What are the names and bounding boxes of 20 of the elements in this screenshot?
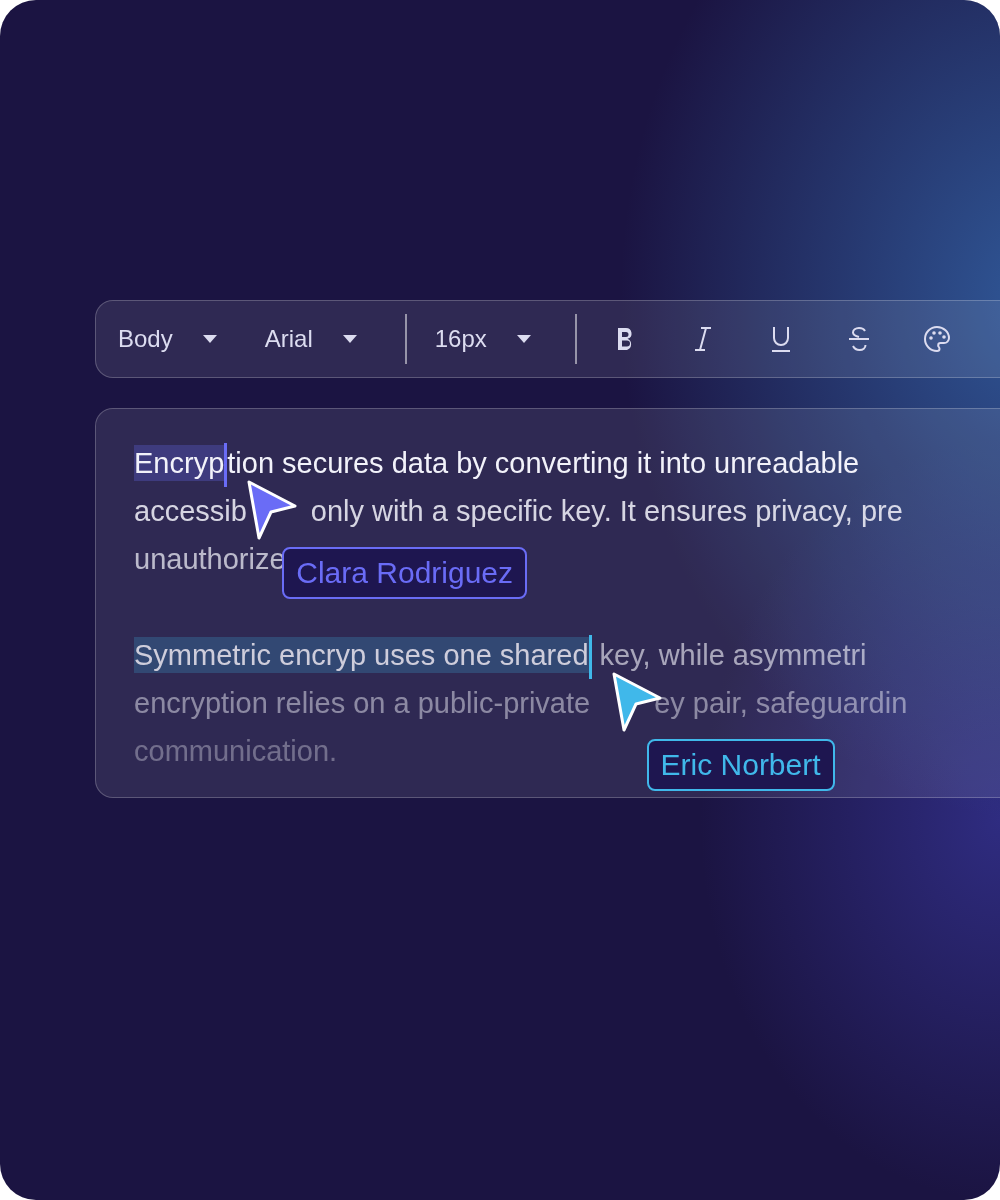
collaborator-name-tag: Clara Rodriguez [282, 547, 528, 600]
strikethrough-icon [846, 325, 871, 353]
paragraph-text: only with a specific key. It ensures privacy, pre [310, 495, 903, 527]
selected-text: Encryp [134, 445, 225, 481]
paragraph-text: ey pair, safeguardin [654, 687, 908, 719]
selected-text: Symmetric encryp uses one shared [134, 637, 589, 673]
dropdown[interactable]: Body [118, 325, 217, 353]
paragraph-text: communication. [134, 735, 338, 767]
paragraph-text: encryption relies on a public-private [134, 687, 591, 719]
paragraph-text: accessib [134, 495, 247, 527]
dropdown[interactable]: 16px [434, 325, 531, 353]
caret-icon [516, 335, 531, 343]
paragraph-text: key, while asymmetri [598, 639, 867, 671]
palette-icon [922, 325, 951, 353]
caret-icon [202, 335, 217, 343]
pointer-icon [246, 479, 299, 542]
collaborator-name-tag: Eric Norbert [646, 739, 835, 792]
caret-icon [342, 335, 357, 343]
dropdown[interactable]: Arial [264, 325, 357, 353]
paragraph-text: tion secures data by converting it into unreadable [227, 447, 860, 479]
